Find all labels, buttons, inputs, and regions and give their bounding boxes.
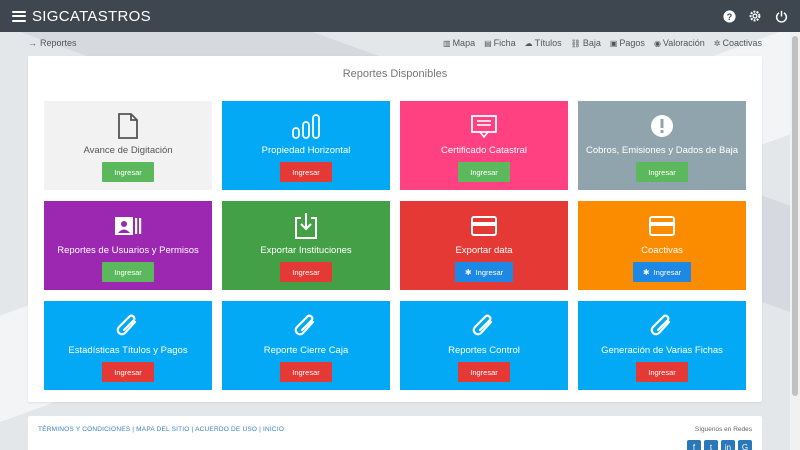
- report-tile-label: Exportar Instituciones: [260, 245, 352, 256]
- googleplus-icon[interactable]: G: [738, 440, 752, 450]
- twitter-icon[interactable]: t: [704, 440, 718, 450]
- report-tile-label: Avance de Digitación: [83, 145, 173, 156]
- ingresar-button[interactable]: Ingresar: [636, 362, 688, 382]
- certificate-icon: [470, 113, 498, 139]
- reports-grid: Avance de Digitación Ingresar Propiedad Ho…: [44, 101, 746, 390]
- ingresar-button[interactable]: Ingresar: [280, 262, 332, 282]
- report-tile[interactable]: Reportes Control Ingresar: [400, 301, 568, 390]
- report-tile[interactable]: Exportar Instituciones Ingresar: [222, 201, 390, 290]
- ingresar-button[interactable]: Ingresar: [458, 162, 510, 182]
- linkedin-icon[interactable]: in: [721, 440, 735, 450]
- alert-icon: [649, 113, 675, 139]
- report-tile[interactable]: Cobros, Emisiones y Dados de Baja Ingresa…: [578, 101, 746, 190]
- nav-baja[interactable]: ⛓ Baja: [571, 38, 601, 48]
- social-label: Síguenos en Redes: [694, 426, 752, 433]
- report-tile[interactable]: Reporte Cierre Caja Ingresar: [222, 301, 390, 390]
- report-tile[interactable]: Avance de Digitación Ingresar: [44, 101, 212, 190]
- hamburger-menu-icon[interactable]: [12, 10, 26, 22]
- report-tile-label: Reporte Cierre Caja: [263, 345, 349, 356]
- footer: TÉRMINOS Y CONDICIONES | MAPA DEL SITIO …: [28, 416, 762, 450]
- help-icon[interactable]: ?: [722, 9, 736, 23]
- report-tile-label: Generación de Varias Fichas: [601, 345, 723, 356]
- nav-mapa[interactable]: ▥ Mapa: [443, 38, 475, 48]
- quick-nav: ▥ Mapa ▤ Ficha ☁ Títulos ⛓ Baja ▣ Pagos ◉ Valo…: [443, 38, 762, 48]
- report-tile-label: Estadísticas Títulos y Pagos: [68, 345, 188, 356]
- ingresar-button[interactable]: Ingresar: [636, 162, 688, 182]
- cloud-icon: ☁: [524, 38, 533, 48]
- bar-chart-icon: [292, 113, 320, 139]
- report-tile-label: Reportes Control: [448, 345, 520, 356]
- ingresar-button[interactable]: Ingresar: [102, 362, 154, 382]
- ingresar-button[interactable]: ✱ Ingresar: [454, 262, 514, 282]
- link-icon: ⛓: [570, 38, 581, 48]
- app-brand[interactable]: SIGCATASTROS: [32, 8, 151, 25]
- power-icon[interactable]: [774, 9, 788, 23]
- report-tile[interactable]: Propiedad Horizontal Ingresar: [222, 101, 390, 190]
- paperclip-icon: [115, 313, 141, 339]
- panel-title: Reportes Disponibles: [342, 68, 448, 80]
- nav-valoracion[interactable]: ◉ Valoración: [654, 38, 705, 48]
- wallet-icon: ▣: [609, 38, 618, 48]
- arrow-right-icon: →: [28, 38, 37, 48]
- ingresar-button[interactable]: Ingresar: [102, 162, 154, 182]
- map-icon: ▥: [443, 38, 451, 48]
- nav-titulos[interactable]: ☁ Títulos: [525, 38, 562, 48]
- card-icon: [470, 213, 498, 239]
- facebook-icon[interactable]: f: [687, 440, 701, 450]
- paperclip-icon: [471, 313, 497, 339]
- report-tile-label: Propiedad Horizontal: [261, 145, 351, 156]
- reports-panel: Reportes Disponibles Avance de Digitació…: [28, 56, 762, 402]
- bug-icon: ✲: [713, 38, 721, 48]
- svg-text:?: ?: [726, 11, 731, 21]
- top-bar: SIGCATASTROS ?: [0, 0, 800, 32]
- page-scrollbar[interactable]: [790, 32, 800, 450]
- nav-pagos[interactable]: ▣ Pagos: [610, 38, 645, 48]
- report-tile-label: Reportes de Usuarios y Permisos: [57, 245, 199, 256]
- report-tile[interactable]: Coactivas ✱ Ingresar: [578, 201, 746, 290]
- gear-icon: ✱: [464, 267, 472, 277]
- nav-coactivas[interactable]: ✲ Coactivas: [714, 38, 762, 48]
- breadcrumb[interactable]: → Reportes: [28, 38, 77, 48]
- report-tile-label: Certificado Catastral: [440, 145, 528, 156]
- report-tile[interactable]: Exportar data ✱ Ingresar: [400, 201, 568, 290]
- social-links: f t in G: [687, 440, 752, 450]
- breadcrumb-label: Reportes: [40, 38, 77, 48]
- file-icon: ▤: [484, 38, 492, 48]
- card-icon: [648, 213, 676, 239]
- download-icon: [293, 213, 319, 239]
- ingresar-button[interactable]: Ingresar: [102, 262, 154, 282]
- ingresar-button[interactable]: ✱ Ingresar: [632, 262, 692, 282]
- report-tile-label: Exportar data: [455, 245, 513, 256]
- report-tile[interactable]: Estadísticas Títulos y Pagos Ingresar: [44, 301, 212, 390]
- gear-icon: ✱: [642, 267, 650, 277]
- report-tile-label: Coactivas: [641, 245, 683, 256]
- paperclip-icon: [649, 313, 675, 339]
- report-tile-label: Cobros, Emisiones y Dados de Baja: [585, 145, 739, 156]
- report-tile[interactable]: Generación de Varias Fichas Ingresar: [578, 301, 746, 390]
- nav-ficha[interactable]: ▤ Ficha: [484, 38, 516, 48]
- coin-icon: ◉: [653, 38, 661, 48]
- id-card-icon: [114, 213, 142, 239]
- paperclip-icon: [293, 313, 319, 339]
- report-tile[interactable]: Certificado Catastral Ingresar: [400, 101, 568, 190]
- breadcrumb-row: → Reportes ▥ Mapa ▤ Ficha ☁ Títulos ⛓ Baja ▣…: [28, 36, 762, 50]
- footer-links[interactable]: TÉRMINOS Y CONDICIONES | MAPA DEL SITIO …: [38, 426, 284, 433]
- ingresar-button[interactable]: Ingresar: [458, 362, 510, 382]
- top-bar-actions: ?: [722, 9, 788, 23]
- document-icon: [117, 113, 139, 139]
- report-tile[interactable]: Reportes de Usuarios y Permisos Ingresar: [44, 201, 212, 290]
- ingresar-button[interactable]: Ingresar: [280, 162, 332, 182]
- settings-icon[interactable]: [748, 9, 762, 23]
- ingresar-button[interactable]: Ingresar: [280, 362, 332, 382]
